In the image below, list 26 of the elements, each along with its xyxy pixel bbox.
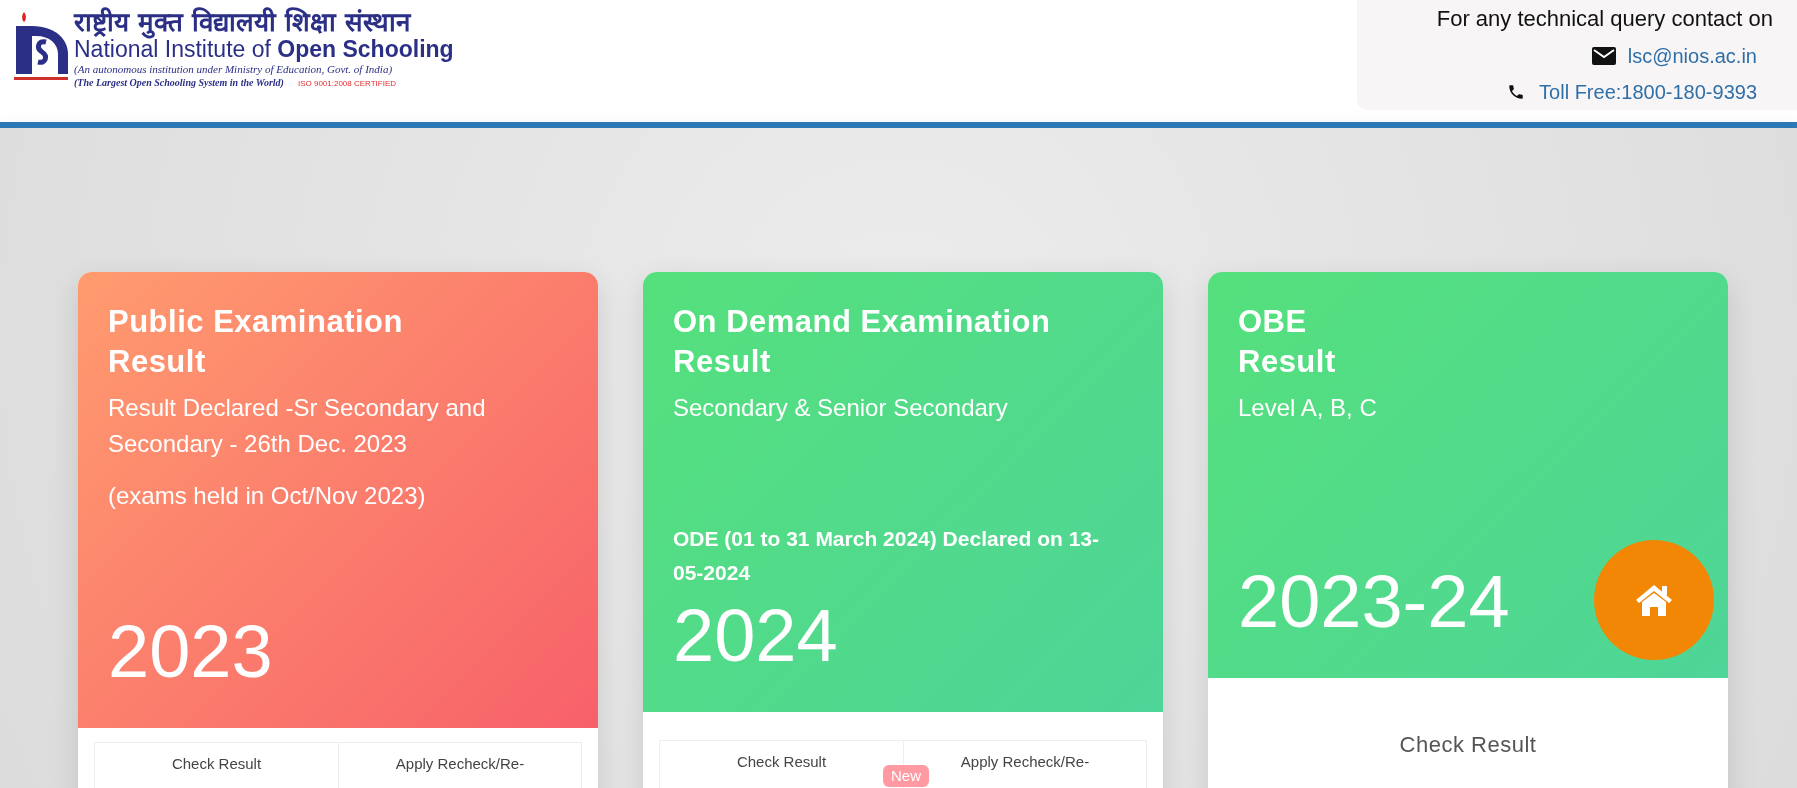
card-note: (exams held in Oct/Nov 2023) bbox=[108, 481, 427, 511]
contact-heading: For any technical query contact on bbox=[1436, 5, 1774, 33]
certification: ISO 9001:2008 CERTIFIED bbox=[297, 78, 397, 90]
new-badge: New bbox=[883, 765, 929, 787]
card-title: OBE Result bbox=[1238, 303, 1337, 381]
phone-link[interactable]: Toll Free:1800-180-9393 bbox=[1539, 77, 1757, 107]
card-title: Public Examination Result bbox=[108, 303, 404, 381]
card-subtitle: Secondary & Senior Secondary bbox=[673, 393, 1009, 423]
card-year: 2023 bbox=[108, 612, 273, 692]
home-icon bbox=[1634, 583, 1674, 617]
action-link[interactable]: Apply Recheck/Re- bbox=[960, 751, 1090, 774]
action-link[interactable]: Check Result bbox=[1399, 728, 1537, 761]
email-link[interactable]: lsc@nios.ac.in bbox=[1627, 41, 1757, 71]
envelope-icon bbox=[1591, 47, 1616, 65]
card-title: On Demand Examination Result bbox=[673, 303, 1052, 381]
card-announcement: ODE (01 to 31 March 2024) Declared on 13-05-2024 bbox=[673, 526, 1100, 586]
card-year: 2023-24 bbox=[1238, 562, 1510, 642]
action-link[interactable]: Apply Recheck/Re- bbox=[395, 753, 525, 776]
action-link[interactable]: Check Result bbox=[171, 753, 262, 776]
card-subtitle: Result Declared -Sr Secondary and Secondary - 26th Dec. 2023 bbox=[108, 393, 487, 459]
phone-icon bbox=[1507, 83, 1526, 101]
action-link[interactable]: Check Result bbox=[736, 751, 827, 774]
card-year: 2024 bbox=[673, 596, 838, 676]
tagline: (An autonomous institution under Ministry of Education, Govt. of India) bbox=[74, 62, 394, 76]
motto: (The Largest Open Schooling System in the World) bbox=[74, 76, 284, 89]
card-subtitle: Level A, B, C bbox=[1238, 393, 1378, 423]
